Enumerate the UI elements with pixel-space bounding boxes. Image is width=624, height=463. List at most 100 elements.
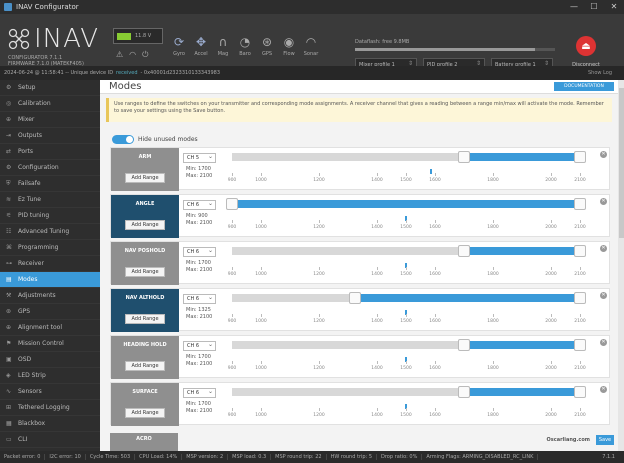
sidebar-item-label: Modes xyxy=(18,276,38,283)
sidebar-item-failsafe[interactable]: ⛨ Failsafe xyxy=(0,176,100,192)
mode-name-box: HEADING HOLD Add Range xyxy=(111,336,179,379)
sidebar-item-tethered-logging[interactable]: ⊞ Tethered Logging xyxy=(0,400,100,416)
channel-select[interactable]: CH 6 xyxy=(183,246,216,257)
sidebar-item-modes[interactable]: ▤ Modes xyxy=(0,272,100,288)
sidebar-item-mission-control[interactable]: ⚑ Mission Control xyxy=(0,336,100,352)
range-min-handle[interactable] xyxy=(226,198,238,210)
selected-range xyxy=(464,247,580,255)
scale-tick-label: 900 xyxy=(227,178,237,183)
content-scrollbar[interactable] xyxy=(618,80,624,451)
remove-mode-icon[interactable]: ✕ xyxy=(600,151,607,158)
range-max-handle[interactable] xyxy=(574,151,586,163)
scale-tick-label: 1000 xyxy=(255,178,267,183)
scale-tick-label: 1200 xyxy=(313,366,325,371)
sidebar-item-label: Alignment tool xyxy=(18,324,63,331)
disconnect-button[interactable]: ⏏ Disconnect xyxy=(566,36,606,68)
sidebar-item-adjustments[interactable]: ⚒ Adjustments xyxy=(0,288,100,304)
documentation-button[interactable]: DOCUMENTATION xyxy=(554,82,614,91)
scale-tick xyxy=(493,173,494,176)
blackbox-icon: ▦ xyxy=(6,420,12,427)
add-range-button[interactable]: Add Range xyxy=(125,220,165,230)
channel-select[interactable]: CH 6 xyxy=(183,387,216,398)
sidebar-item-ports[interactable]: ⇄ Ports xyxy=(0,144,100,160)
range-min-handle[interactable] xyxy=(458,245,470,257)
scale-tick-label: 1000 xyxy=(255,272,267,277)
hide-unused-modes-toggle[interactable] xyxy=(112,135,134,144)
sidebar-item-label: Setup xyxy=(18,84,36,91)
sidebar-item-setup[interactable]: ⚙ Setup xyxy=(0,80,100,96)
scale-tick xyxy=(406,220,407,223)
sidebar-item-mixer[interactable]: ⊕ Mixer xyxy=(0,112,100,128)
link-status-icons: ⚠ ◠ ⏻ xyxy=(116,50,148,60)
close-button[interactable]: ✕ xyxy=(604,0,624,14)
remove-mode-icon[interactable]: ✕ xyxy=(600,339,607,346)
range-min-handle[interactable] xyxy=(458,339,470,351)
sidebar-item-receiver[interactable]: ⊶ Receiver xyxy=(0,256,100,272)
minimize-button[interactable]: — xyxy=(564,0,584,14)
remove-mode-icon[interactable]: ✕ xyxy=(600,292,607,299)
channel-select[interactable]: CH 6 xyxy=(183,199,216,210)
sidebar-item-gps[interactable]: ⊛ GPS xyxy=(0,304,100,320)
sidebar-item-outputs[interactable]: ⇥ Outputs xyxy=(0,128,100,144)
scale-tick xyxy=(551,408,552,411)
range-scale: 900 1000 1200 1400 1500 1600 1800 2000 2100 xyxy=(228,361,586,377)
scale-tick xyxy=(377,314,378,317)
sidebar-item-calibration[interactable]: ◎ Calibration xyxy=(0,96,100,112)
add-range-button[interactable]: Add Range xyxy=(125,314,165,324)
sidebar-item-blackbox[interactable]: ▦ Blackbox xyxy=(0,416,100,432)
mode-name: HEADING HOLD xyxy=(123,342,167,348)
maximize-button[interactable]: ☐ xyxy=(584,0,604,14)
accel-icon: ✥ xyxy=(195,35,207,49)
scale-tick-label: 2000 xyxy=(545,272,557,277)
sidebar-item-alignment-tool[interactable]: ⊕ Alignment tool xyxy=(0,320,100,336)
remove-mode-icon[interactable]: ✕ xyxy=(600,245,607,252)
range-min-handle[interactable] xyxy=(349,292,362,304)
sidebar-item-ez-tune[interactable]: ≋ Ez Tune xyxy=(0,192,100,208)
range-max-handle[interactable] xyxy=(574,339,586,351)
mode-name-box: NAV POSHOLD Add Range xyxy=(111,242,179,285)
channel-select[interactable]: CH 6 xyxy=(183,293,216,304)
app-header: INAV CONFIGURATOR 7.1.1 FIRMWARE 7.1.0 (… xyxy=(0,14,624,70)
channel-select[interactable]: CH 6 xyxy=(183,340,216,351)
sidebar-item-led-strip[interactable]: ◈ LED Strip xyxy=(0,368,100,384)
status-item: MSP version: 2 xyxy=(182,454,229,460)
sidebar-item-sensors[interactable]: ∿ Sensors xyxy=(0,384,100,400)
scale-tick xyxy=(377,220,378,223)
scale-tick xyxy=(261,173,262,176)
add-range-button[interactable]: Add Range xyxy=(125,408,165,418)
scale-tick-label: 2100 xyxy=(574,178,586,183)
mission-control-icon: ⚑ xyxy=(6,340,12,347)
sidebar-item-cli[interactable]: ▭ CLI xyxy=(0,432,100,448)
range-max-handle[interactable] xyxy=(574,245,586,257)
add-range-button[interactable]: Add Range xyxy=(125,173,165,183)
sidebar-item-osd[interactable]: ▣ OSD xyxy=(0,352,100,368)
save-button[interactable]: Save xyxy=(596,435,614,445)
sidebar-item-configuration[interactable]: ⚙ Configuration xyxy=(0,160,100,176)
sensor-flow: ◉ Flow xyxy=(278,28,300,64)
status-bar: Packet error: 0 I2C error: 10 Cycle Time: … xyxy=(0,451,624,463)
channel-select[interactable]: CH 5 xyxy=(183,152,216,163)
mode-row-nav-poshold: NAV POSHOLD Add Range CH 6 Min: 1700Max: 21… xyxy=(110,241,610,285)
add-range-button[interactable]: Add Range xyxy=(125,361,165,371)
sidebar-item-advanced-tuning[interactable]: ☷ Advanced Tuning xyxy=(0,224,100,240)
scale-tick xyxy=(580,408,581,411)
scale-tick xyxy=(580,314,581,317)
mixer-icon: ⊕ xyxy=(6,116,12,123)
scale-tick-label: 1800 xyxy=(487,272,499,277)
sidebar-item-programming[interactable]: ⌘ Programming xyxy=(0,240,100,256)
range-max-handle[interactable] xyxy=(574,386,586,398)
range-max-handle[interactable] xyxy=(574,198,586,210)
scale-tick xyxy=(580,267,581,270)
remove-mode-icon[interactable]: ✕ xyxy=(600,386,607,393)
sidebar-item-pid-tuning[interactable]: ⚟ PID tuning xyxy=(0,208,100,224)
programming-icon: ⌘ xyxy=(6,244,12,251)
add-range-button[interactable]: Add Range xyxy=(125,267,165,277)
range-min-handle[interactable] xyxy=(458,151,470,163)
show-log-link[interactable]: Show Log xyxy=(588,70,612,76)
range-min-handle[interactable] xyxy=(458,386,470,398)
sensor-label: Sonar xyxy=(303,51,319,57)
device-id-link[interactable]: received xyxy=(116,70,137,76)
range-max-handle[interactable] xyxy=(574,292,586,304)
sidebar-item-label: LED Strip xyxy=(18,372,46,379)
remove-mode-icon[interactable]: ✕ xyxy=(600,198,607,205)
